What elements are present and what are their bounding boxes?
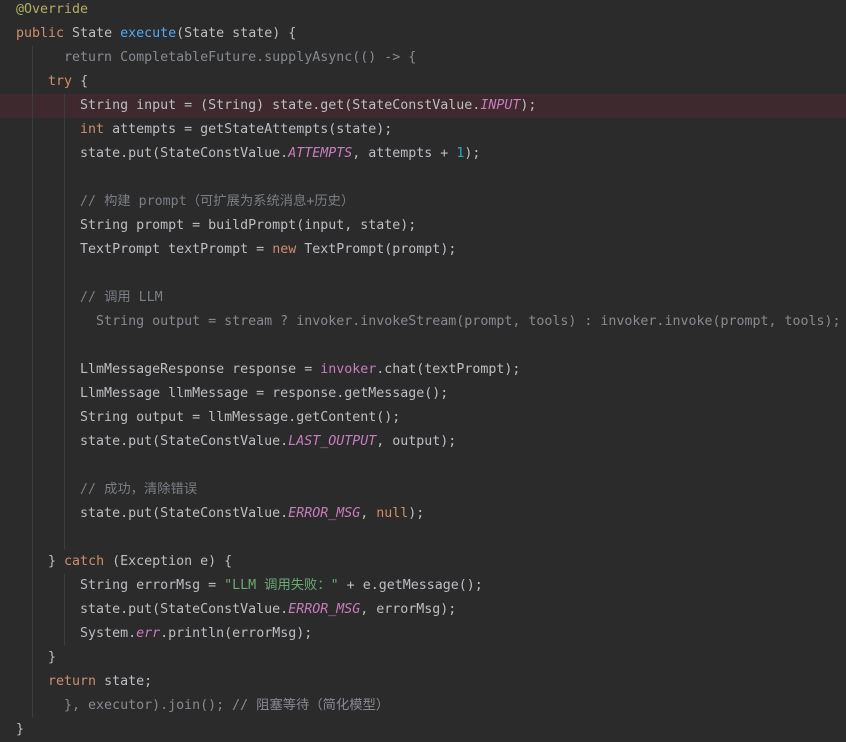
code-text: state.put(StateConstValue.	[16, 434, 289, 449]
code-line[interactable]	[0, 526, 846, 550]
dimmed-code-text: }, executor).join(); // 阻塞等待（简化模型）	[16, 698, 390, 713]
code-text: LlmMessageResponse response =	[16, 362, 321, 377]
code-line[interactable]: String output = llmMessage.getContent();	[0, 406, 846, 430]
code-text: , output);	[376, 434, 457, 449]
code-text: , errorMsg);	[360, 602, 457, 617]
code-text: .chat(textPrompt);	[376, 362, 521, 377]
code-text: + e.getMessage();	[338, 578, 483, 593]
keyword-token: int	[80, 122, 105, 137]
code-line[interactable]: TextPrompt textPrompt = new TextPrompt(p…	[0, 238, 846, 262]
static-field-token: LAST_OUTPUT	[288, 434, 377, 449]
code-text: String errorMsg =	[16, 578, 225, 593]
string-literal: "LLM 调用失败："	[224, 578, 339, 593]
code-line[interactable]: String output = stream ? invoker.invokeS…	[0, 310, 846, 334]
code-text: );	[408, 506, 425, 521]
code-text: state.put(StateConstValue.	[16, 506, 289, 521]
code-text: , attempts +	[352, 146, 457, 161]
method-name: execute	[120, 26, 177, 41]
code-line[interactable]: return CompletableFuture.supplyAsync(() …	[0, 46, 846, 70]
code-text: ,	[360, 506, 377, 521]
code-text: String prompt = buildPrompt(input, state…	[16, 218, 417, 233]
code-line[interactable]: state.put(StateConstValue.ERROR_MSG, nul…	[0, 502, 846, 526]
code-editor[interactable]: @Override public State execute(State stat…	[0, 0, 846, 742]
code-line[interactable]	[0, 166, 846, 190]
code-line[interactable]: LlmMessage llmMessage = response.getMess…	[0, 382, 846, 406]
keyword-token: return	[48, 674, 97, 689]
indent-guide	[32, 46, 33, 718]
code-text: (State state) {	[176, 26, 297, 41]
keyword-token: null	[376, 506, 409, 521]
code-text: state.put(StateConstValue.	[16, 602, 289, 617]
code-line[interactable]: }	[0, 718, 846, 742]
static-field-token: ERROR_MSG	[288, 602, 361, 617]
static-field-token: ERROR_MSG	[288, 506, 361, 521]
code-line[interactable]: return state;	[0, 670, 846, 694]
code-line[interactable]: // 成功，清除错误	[0, 478, 846, 502]
code-line[interactable]: public State execute(State state) {	[0, 22, 846, 46]
code-line[interactable]: }	[0, 646, 846, 670]
code-line[interactable]: String errorMsg = "LLM 调用失败：" + e.getMes…	[0, 574, 846, 598]
comment-token: // 调用 LLM	[80, 290, 163, 305]
code-line[interactable]: } catch (Exception e) {	[0, 550, 846, 574]
code-text: }	[16, 554, 65, 569]
code-text: State	[64, 26, 121, 41]
keyword-token: public	[16, 26, 65, 41]
code-text: (Exception e) {	[104, 554, 233, 569]
code-line[interactable]: // 构建 prompt（可扩展为系统消息+历史）	[0, 190, 846, 214]
code-text: String output = llmMessage.getContent();	[16, 410, 401, 425]
dimmed-code-text: return CompletableFuture.supplyAsync(() …	[16, 50, 417, 65]
code-line[interactable]: @Override	[0, 0, 846, 22]
keyword-token: try	[48, 74, 73, 89]
code-line-highlighted[interactable]: String input = (String) state.get(StateC…	[0, 94, 846, 118]
keyword-token: new	[272, 242, 297, 257]
code-line[interactable]	[0, 262, 846, 286]
comment-token: // 构建 prompt（可扩展为系统消息+历史）	[80, 194, 355, 209]
code-line[interactable]	[0, 334, 846, 358]
comment-token: // 成功，清除错误	[80, 482, 198, 497]
code-text: );	[464, 146, 481, 161]
code-line[interactable]: System.err.println(errorMsg);	[0, 622, 846, 646]
code-line[interactable]: }, executor).join(); // 阻塞等待（简化模型）	[0, 694, 846, 718]
code-line[interactable]: state.put(StateConstValue.ATTEMPTS, atte…	[0, 142, 846, 166]
code-line[interactable]: // 调用 LLM	[0, 286, 846, 310]
code-text: attempts = getStateAttempts(state);	[104, 122, 393, 137]
indent-guide	[64, 94, 65, 550]
code-text: System.	[16, 626, 137, 641]
code-line[interactable]	[0, 454, 846, 478]
code-text: state.put(StateConstValue.	[16, 146, 289, 161]
code-line[interactable]: int attempts = getStateAttempts(state);	[0, 118, 846, 142]
code-line[interactable]: LlmMessageResponse response = invoker.ch…	[0, 358, 846, 382]
code-line[interactable]: String prompt = buildPrompt(input, state…	[0, 214, 846, 238]
code-text: }	[16, 650, 57, 665]
code-text: String input = (String) state.get(StateC…	[16, 98, 481, 113]
field-token: invoker	[320, 362, 377, 377]
code-text: LlmMessage llmMessage = response.getMess…	[16, 386, 449, 401]
code-text: );	[520, 98, 537, 113]
code-line[interactable]: state.put(StateConstValue.ERROR_MSG, err…	[0, 598, 846, 622]
code-line[interactable]: state.put(StateConstValue.LAST_OUTPUT, o…	[0, 430, 846, 454]
code-text: {	[72, 74, 89, 89]
code-text: .println(errorMsg);	[160, 626, 313, 641]
code-text: TextPrompt textPrompt =	[16, 242, 273, 257]
dimmed-code-text: String output = stream ? invoker.invokeS…	[16, 314, 841, 329]
code-line[interactable]: try {	[0, 70, 846, 94]
code-text: state;	[96, 674, 153, 689]
code-text: }	[16, 722, 25, 737]
keyword-token: catch	[64, 554, 105, 569]
static-field-token: err	[136, 626, 161, 641]
static-field-token: INPUT	[480, 98, 521, 113]
code-text: TextPrompt(prompt);	[296, 242, 457, 257]
indent-guide	[64, 574, 65, 646]
annotation-token: @Override	[16, 2, 89, 17]
static-field-token: ATTEMPTS	[288, 146, 353, 161]
